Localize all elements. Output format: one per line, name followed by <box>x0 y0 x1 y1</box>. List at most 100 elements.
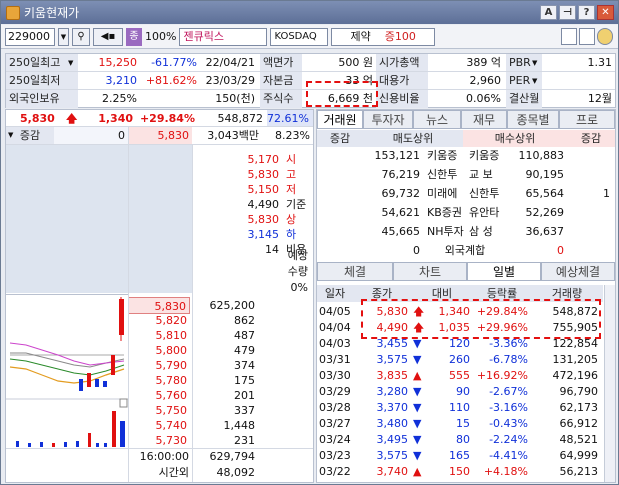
limit-up-icon: 🡅 <box>66 112 78 125</box>
tab-2[interactable]: 뉴스 <box>413 110 461 129</box>
market-cap-label: 시가총액 <box>376 54 428 72</box>
broker-sell-name[interactable]: 미래에 <box>427 185 465 202</box>
speaker-icon[interactable]: ◀▪ <box>93 27 123 46</box>
settle-month-value: 12월 <box>587 92 612 105</box>
broker-buy-name[interactable]: 키움증 <box>469 147 509 164</box>
broker-buy-name[interactable]: 유안타 <box>469 204 509 221</box>
daily-volume: 131,205 <box>552 353 599 366</box>
broker-sell-name[interactable]: KB증권 <box>427 204 465 221</box>
broker-buy-name[interactable]: 교 보 <box>469 166 509 183</box>
detail-panel: 거래원 투자자 뉴스 재무 종목별 프로 증감 매도상위 매수상위 증감 153,121 키… <box>316 109 616 483</box>
daily-header-0: 일자 <box>317 285 353 302</box>
daily-rate: -2.24% <box>489 433 528 446</box>
sector-label: 제약 <box>350 29 371 43</box>
title-bar: 키움현재가 A ⊣ ? ✕ <box>1 1 618 24</box>
broker-buy-name[interactable]: 신한투 <box>469 185 509 202</box>
high250-value: 15,250 <box>98 56 138 69</box>
daily-close: 3,495 <box>376 433 409 446</box>
daily-volume: 472,196 <box>552 369 599 382</box>
daily-date: 04/04 <box>319 321 351 334</box>
pin-icon[interactable]: ⊣ <box>559 5 576 20</box>
volume-ratio: 72.61% <box>267 110 313 127</box>
font-size-icon[interactable]: A <box>540 5 557 20</box>
price-change-pct: +29.84% <box>139 112 195 125</box>
broker-sell-header: 매도상위 <box>363 130 463 147</box>
after-hours-label: 시간외 <box>158 466 189 479</box>
chevron-down-icon[interactable]: ▼ <box>68 54 78 72</box>
foreign-buy-total: 0 <box>557 244 564 257</box>
subtab-3[interactable]: 예상체결 <box>541 262 615 281</box>
chevron-down-icon[interactable]: ▼ <box>58 27 69 46</box>
trade-amount-pct: 8.23% <box>275 129 310 142</box>
scrollbar[interactable] <box>604 285 615 482</box>
chevron-down-icon[interactable]: ▼ <box>8 127 18 144</box>
high250-pct: -61.77% <box>151 56 197 69</box>
daily-date: 03/27 <box>319 417 351 430</box>
daily-volume: 64,999 <box>559 449 599 462</box>
broker-buy-qty: 36,637 <box>525 225 565 238</box>
daily-rate: -2.67% <box>489 385 528 398</box>
broker-sell-qty: 69,732 <box>381 187 421 200</box>
tab-1[interactable]: 투자자 <box>363 110 413 129</box>
gear-icon[interactable] <box>597 28 613 45</box>
expected-label: 예상 <box>287 249 308 262</box>
ask-qty: 231 <box>234 434 255 447</box>
close-icon[interactable]: ✕ <box>597 5 614 20</box>
daily-diff: 90 <box>456 385 470 398</box>
margin-percent: 100% <box>145 30 177 43</box>
price-change: 1,340 <box>98 112 133 125</box>
trade-amount: 3,043백만 <box>207 129 259 142</box>
daily-volume: 56,213 <box>559 465 599 478</box>
subtab-1[interactable]: 차트 <box>393 262 467 281</box>
volume: 548,872 <box>217 112 264 125</box>
foreign-hold-shares: 150(천) <box>215 92 255 105</box>
daily-volume: 48,521 <box>559 433 599 446</box>
daily-diff: 110 <box>449 401 470 414</box>
daily-rate: -4.41% <box>489 449 528 462</box>
daily-down-arrow-icon: ▼ <box>413 433 422 446</box>
help-icon[interactable]: ? <box>578 5 595 20</box>
pbr-value: 1.31 <box>587 56 613 69</box>
daily-close: 3,740 <box>376 465 409 478</box>
substitute-price-value: 2,960 <box>469 74 502 87</box>
orderbook-panel: 5,830 🡅 1,340 +29.84% 548,872 72.61% 증감 … <box>5 109 314 483</box>
ask-price[interactable]: 5,730 <box>128 432 190 449</box>
daily-date: 03/24 <box>319 433 351 446</box>
daily-date: 03/29 <box>319 385 351 398</box>
tab-0[interactable]: 거래원 <box>317 110 363 129</box>
toolbar: 229000 ▼ ⚲ ◀▪ 종 100% 젠큐릭스 KOSDAQ 제약 증100 <box>1 25 618 49</box>
credit-ratio-value: 0.06% <box>466 92 501 105</box>
broker-change <box>567 204 613 221</box>
chevron-down-icon[interactable]: ▼ <box>532 54 542 72</box>
daily-rate: -0.43% <box>489 417 528 430</box>
broker-sell-name[interactable]: NH투자 <box>427 223 465 240</box>
tab-4[interactable]: 종목별 <box>507 110 559 129</box>
broker-table: 153,121 키움증 키움증 110,883 76,219 신한투 교 보 90,195 69… <box>317 147 617 242</box>
subtab-2[interactable]: 일별 <box>467 262 541 281</box>
daily-diff: 15 <box>456 417 470 430</box>
stock-code-input[interactable]: 229000 <box>5 27 55 46</box>
search-icon[interactable]: ⚲ <box>72 27 90 46</box>
order-button[interactable]: 종 <box>126 27 142 46</box>
orderbook-rows: 5,830 625,200 5,820 862 5,810 487 5,800 479 5,79… <box>128 294 313 448</box>
total-volume: 629,794 <box>209 450 256 463</box>
chevron-down-icon[interactable]: ▼ <box>532 72 542 90</box>
broker-sell-name[interactable]: 신한투 <box>427 166 465 183</box>
broker-change <box>567 223 613 240</box>
daily-date: 04/03 <box>319 337 351 350</box>
daily-close: 3,575 <box>376 353 409 366</box>
daily-rate: +4.18% <box>483 465 528 478</box>
capital-label: 자본금 <box>260 72 302 90</box>
copy-icon[interactable] <box>579 28 595 45</box>
daily-diff: 80 <box>456 433 470 446</box>
stock-name-field[interactable]: 젠큐릭스 <box>179 27 268 46</box>
after-hours-value: 48,092 <box>216 466 256 479</box>
broker-sell-qty: 153,121 <box>374 149 421 162</box>
tab-5[interactable]: 프로 <box>559 110 615 129</box>
stock-quote-window: 키움현재가 A ⊣ ? ✕ 229000 ▼ ⚲ ◀▪ 종 100% 젠큐릭스 … <box>0 0 619 485</box>
broker-buy-name[interactable]: 삼 성 <box>469 223 509 240</box>
tab-3[interactable]: 재무 <box>461 110 507 129</box>
screen-icon[interactable] <box>561 28 577 45</box>
broker-sell-name[interactable]: 키움증 <box>427 147 465 164</box>
subtab-0[interactable]: 체결 <box>317 262 393 281</box>
